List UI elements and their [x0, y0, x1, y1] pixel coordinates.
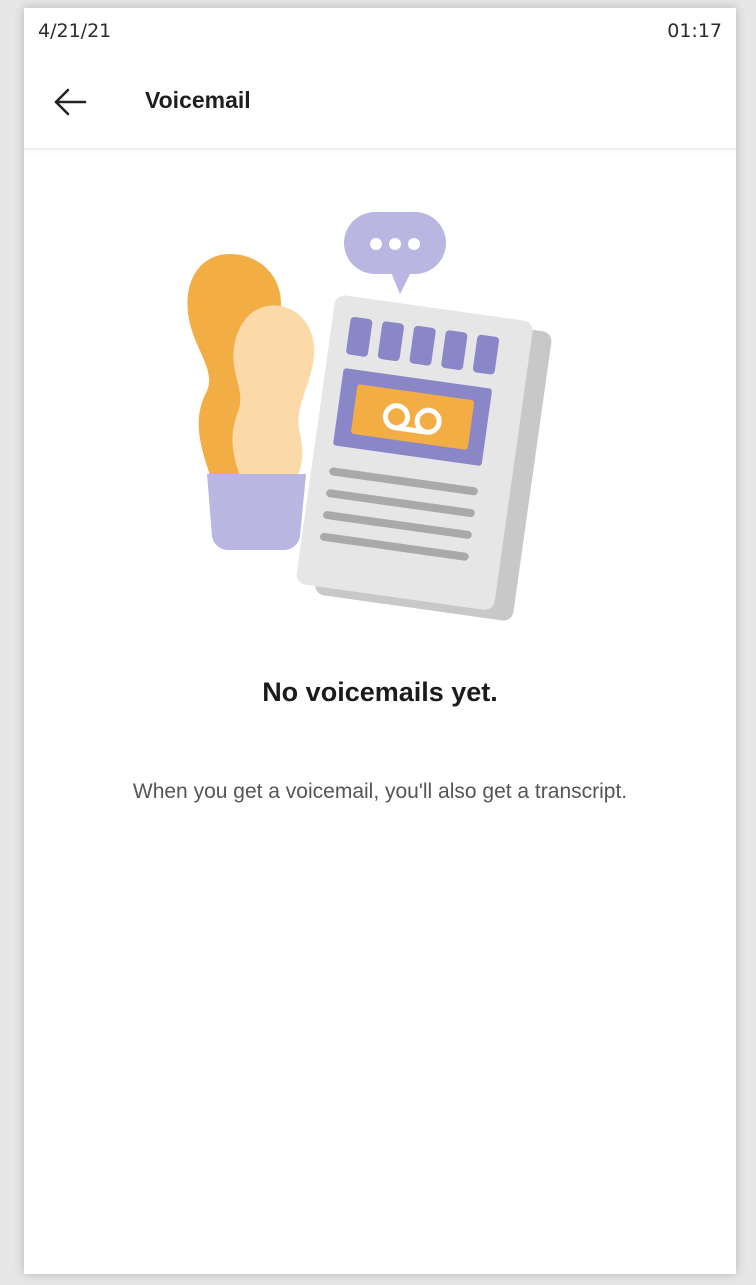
document-icon — [296, 295, 552, 621]
status-date: 4/21/21 — [38, 20, 112, 42]
phone-screen: 4/21/21 01:17 Voicemail No voicemails ye… — [24, 8, 736, 1274]
arrow-left-icon — [54, 88, 87, 116]
back-button[interactable] — [44, 76, 96, 128]
status-time: 01:17 — [667, 20, 722, 42]
plant-icon — [187, 254, 315, 550]
page-title: Voicemail — [145, 87, 251, 113]
app-header: Voicemail — [24, 60, 736, 150]
empty-state-description: When you get a voicemail, you'll also ge… — [132, 780, 628, 803]
speech-bubble-icon — [344, 212, 446, 294]
voicemail-empty-illustration — [187, 212, 552, 621]
status-bar: 4/21/21 01:17 — [24, 8, 736, 60]
empty-state-title: No voicemails yet. — [262, 677, 498, 707]
